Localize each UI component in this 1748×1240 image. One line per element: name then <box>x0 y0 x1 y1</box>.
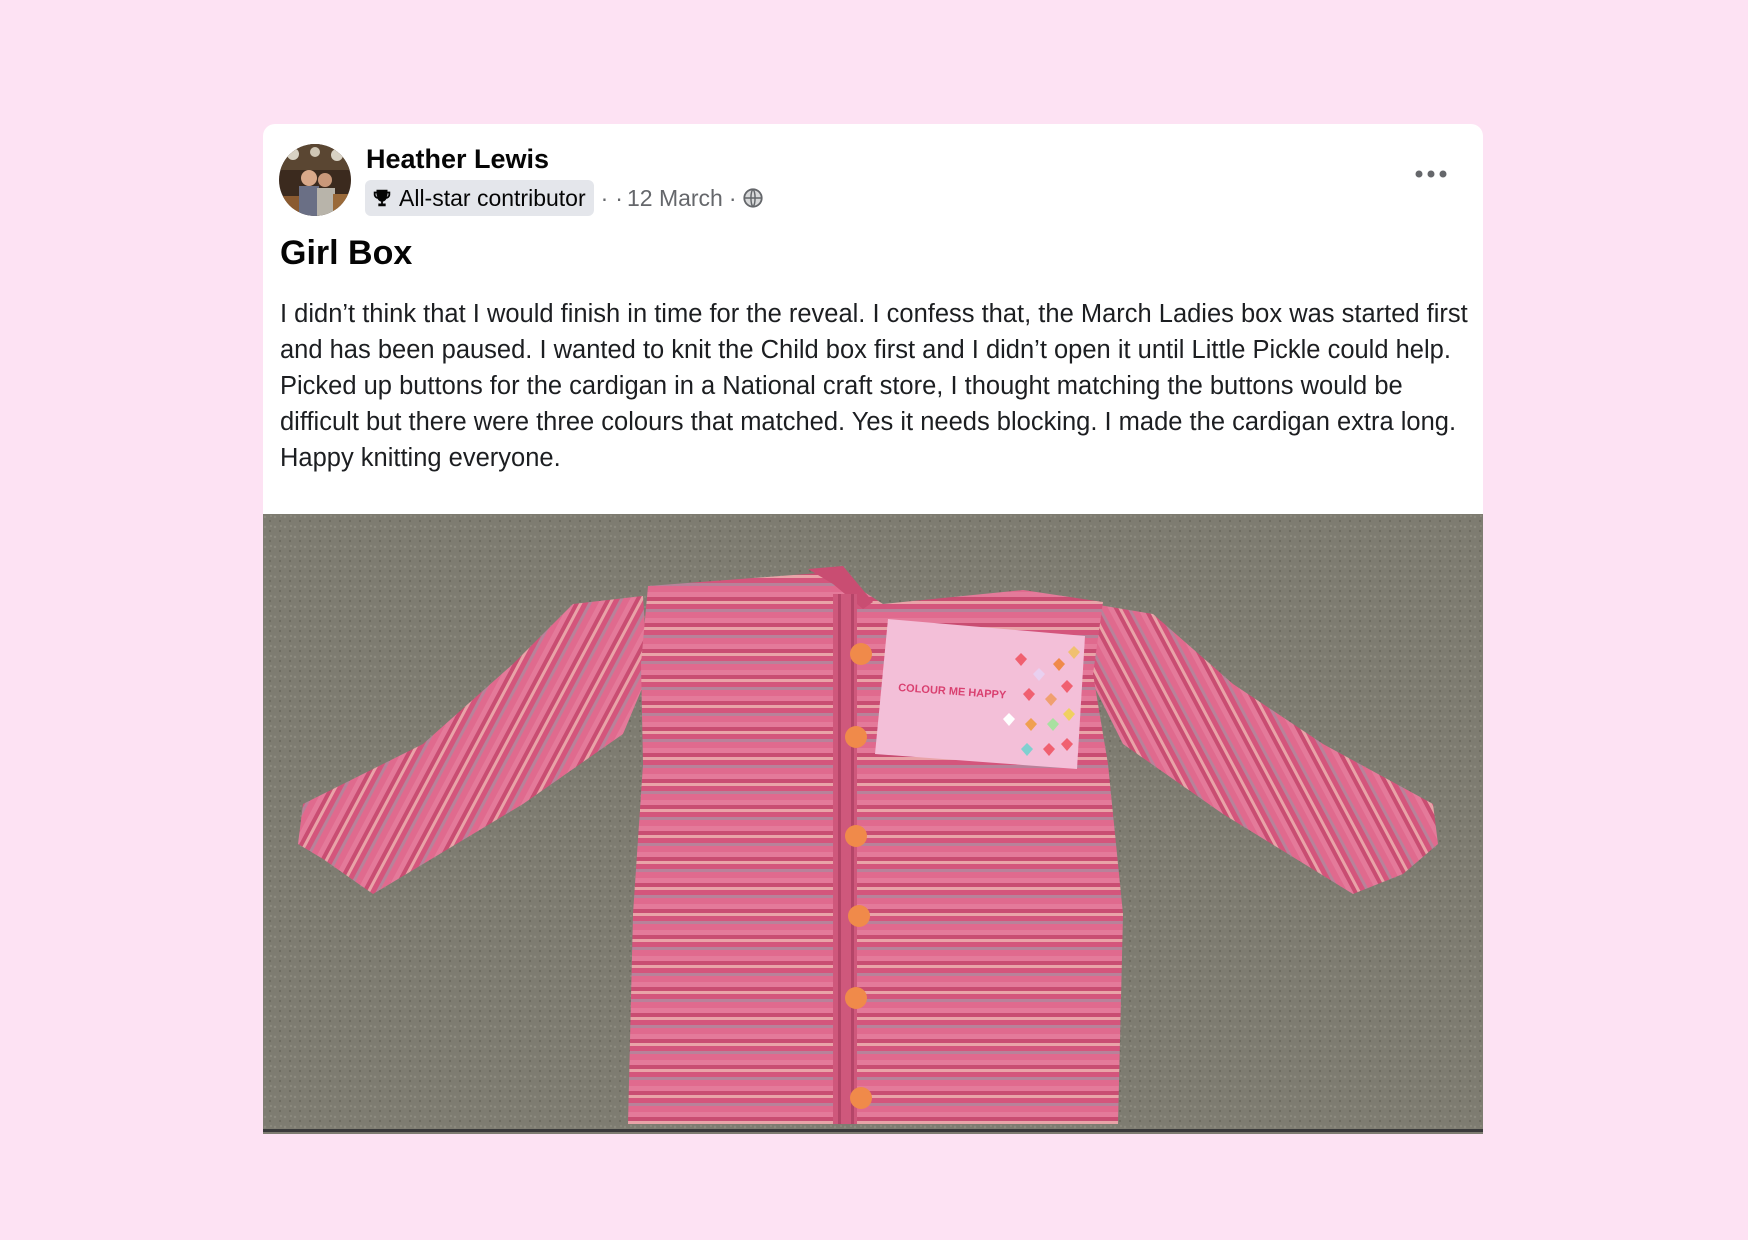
date-prefix: · <box>615 184 623 211</box>
post-body-text: I didn’t think that I would finish in ti… <box>280 300 1468 472</box>
cardigan-photo: COLOUR ME HAPPY <box>263 514 1483 1134</box>
more-options-icon <box>1415 170 1447 178</box>
badge-label: All-star contributor <box>399 184 586 211</box>
trophy-icon <box>373 189 391 207</box>
contributor-badge[interactable]: All-star contributor <box>365 180 594 216</box>
date-suffix: · <box>728 184 737 211</box>
cardigan-button <box>848 905 870 927</box>
post-title: Girl Box <box>280 234 413 272</box>
cardigan-button <box>845 726 867 748</box>
card-bottom-edge <box>263 1129 1483 1132</box>
cardigan-button <box>850 643 872 665</box>
more-options-button[interactable] <box>1409 160 1453 188</box>
post-meta: All-star contributor · · 12 March · <box>365 180 764 216</box>
cardigan-button <box>845 987 867 1009</box>
meta-separator: · <box>600 184 609 211</box>
globe-icon[interactable] <box>742 187 764 209</box>
avatar-image <box>279 144 351 216</box>
author-name[interactable]: Heather Lewis <box>366 144 549 175</box>
cardigan-button <box>845 825 867 847</box>
post-date[interactable]: 12 March <box>627 185 723 212</box>
post-photo[interactable]: COLOUR ME HAPPY <box>263 514 1483 1134</box>
cardigan-button <box>850 1087 872 1109</box>
colour-me-happy-card: COLOUR ME HAPPY <box>875 619 1085 769</box>
avatar[interactable] <box>279 144 351 216</box>
post-card: Heather Lewis All-star contributor · · 1… <box>263 124 1483 1134</box>
